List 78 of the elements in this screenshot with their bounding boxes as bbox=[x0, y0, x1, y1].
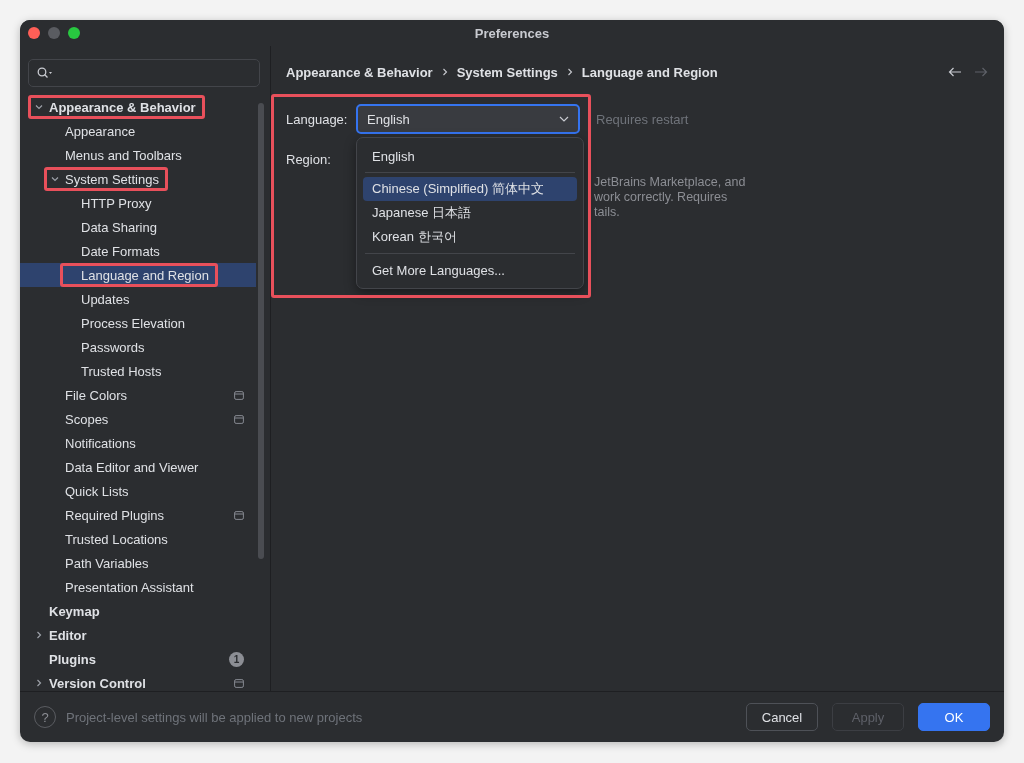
search-icon bbox=[37, 67, 53, 79]
tree-item[interactable]: Menus and Toolbars bbox=[20, 143, 256, 167]
window-title: Preferences bbox=[474, 25, 550, 41]
tree-item[interactable]: Plugins 1 bbox=[20, 647, 256, 671]
breadcrumb-item[interactable]: Appearance & Behavior bbox=[286, 64, 433, 80]
tree-item[interactable]: Presentation Assistant bbox=[20, 575, 256, 599]
item-label: Language and Region bbox=[81, 267, 209, 283]
search-field[interactable] bbox=[28, 59, 260, 87]
language-label: Language: bbox=[286, 111, 349, 127]
tree-item[interactable]: Process Elevation bbox=[20, 311, 256, 335]
count-badge: 1 bbox=[229, 651, 244, 667]
item-label: Plugins bbox=[49, 651, 96, 667]
item-label: Editor bbox=[49, 627, 87, 643]
language-dropdown[interactable]: English bbox=[356, 104, 580, 134]
region-label: Region: bbox=[286, 151, 332, 167]
tree-item[interactable]: Keymap bbox=[20, 599, 256, 623]
tree-item[interactable]: Date Formats bbox=[20, 239, 256, 263]
tree-item[interactable]: File Colors bbox=[20, 383, 256, 407]
tree-item[interactable]: Trusted Hosts bbox=[20, 359, 256, 383]
tree-item[interactable]: Updates bbox=[20, 287, 256, 311]
breadcrumb-item[interactable]: Language and Region bbox=[581, 64, 718, 80]
dropdown-option[interactable]: English bbox=[363, 144, 577, 168]
item-label: Date Formats bbox=[81, 243, 160, 259]
chevron-icon[interactable] bbox=[35, 631, 43, 639]
tree-item[interactable]: Quick Lists bbox=[20, 479, 256, 503]
breadcrumb-item[interactable]: System Settings bbox=[456, 64, 558, 80]
dialog-button[interactable]: Cancel bbox=[746, 703, 818, 731]
item-label: Keymap bbox=[49, 603, 100, 619]
item-label: Process Elevation bbox=[81, 315, 186, 331]
dropdown-option[interactable]: Chinese (Simplified) 简体中文 bbox=[363, 177, 577, 201]
tree-item[interactable]: Required Plugins bbox=[20, 503, 256, 527]
item-label: Trusted Locations bbox=[65, 531, 168, 547]
hint-text: JetBrains Marketplace, and work correctly. Requires tails. bbox=[594, 175, 746, 220]
item-label: Trusted Hosts bbox=[81, 363, 162, 379]
tree-item[interactable]: Passwords bbox=[20, 335, 256, 359]
item-label: Appearance bbox=[65, 123, 136, 139]
item-label: System Settings bbox=[65, 171, 159, 187]
chevron-icon bbox=[441, 68, 448, 76]
item-label: Passwords bbox=[81, 339, 145, 355]
tree-item[interactable]: Scopes bbox=[20, 407, 256, 431]
tree-item[interactable]: Trusted Locations bbox=[20, 527, 256, 551]
tree-item[interactable]: Data Sharing bbox=[20, 215, 256, 239]
item-label: Quick Lists bbox=[65, 483, 129, 499]
tree-item[interactable]: Notifications bbox=[20, 431, 256, 455]
item-label: Updates bbox=[81, 291, 130, 307]
item-label: Presentation Assistant bbox=[65, 579, 194, 595]
chevron-icon[interactable] bbox=[35, 679, 43, 687]
chevron-icon[interactable] bbox=[51, 175, 59, 183]
restart-note: Requires restart bbox=[596, 111, 689, 127]
item-label: Path Variables bbox=[65, 555, 149, 571]
tree-item[interactable]: Language and Region bbox=[20, 263, 256, 287]
item-label: Appearance & Behavior bbox=[49, 99, 196, 115]
dropdown-option[interactable]: Korean 한국어 bbox=[363, 225, 577, 249]
back-arrow-icon[interactable] bbox=[948, 67, 962, 77]
item-label: Version Control bbox=[49, 675, 146, 691]
item-label: File Colors bbox=[65, 387, 128, 403]
tree-item[interactable]: Path Variables bbox=[20, 551, 256, 575]
tree-item[interactable]: HTTP Proxy bbox=[20, 191, 256, 215]
dropdown-option[interactable]: Japanese 日本語 bbox=[363, 201, 577, 225]
item-label: HTTP Proxy bbox=[81, 195, 152, 211]
item-label: Data Editor and Viewer bbox=[65, 459, 199, 475]
tree-item[interactable]: Appearance bbox=[20, 119, 256, 143]
item-label: Required Plugins bbox=[65, 507, 164, 523]
chevron-icon[interactable] bbox=[35, 103, 43, 111]
item-label: Scopes bbox=[65, 411, 109, 427]
close-button[interactable] bbox=[28, 27, 40, 39]
item-label: Data Sharing bbox=[81, 219, 157, 235]
tree-item[interactable]: Data Editor and Viewer bbox=[20, 455, 256, 479]
footer-note: Project-level settings will be applied to new projects bbox=[66, 709, 363, 725]
chevron-icon bbox=[566, 68, 573, 76]
tree-item[interactable]: Editor bbox=[20, 623, 256, 647]
dialog-button[interactable]: OK bbox=[918, 703, 990, 731]
item-label: Menus and Toolbars bbox=[65, 147, 182, 163]
chevron-down-icon bbox=[559, 116, 569, 122]
tree-item[interactable]: Version Control bbox=[20, 671, 256, 695]
item-label: Notifications bbox=[65, 435, 136, 451]
zoom-button[interactable] bbox=[68, 27, 80, 39]
dropdown-option[interactable]: Get More Languages... bbox=[363, 258, 577, 282]
